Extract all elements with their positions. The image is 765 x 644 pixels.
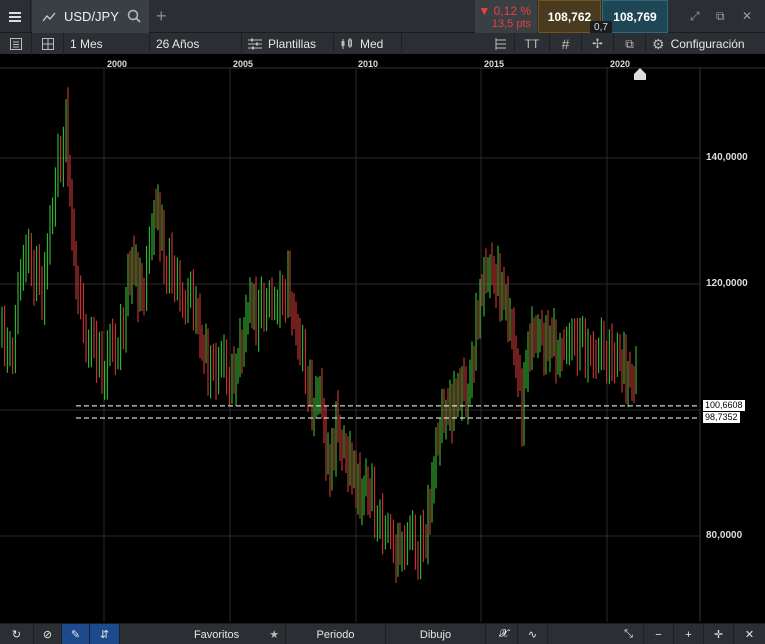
- magnet-icon: ⇵: [99, 629, 110, 641]
- text-size-icon: TT: [524, 37, 540, 51]
- bars-icon: [495, 38, 506, 50]
- menu-button[interactable]: [0, 0, 31, 33]
- minus-icon: −: [655, 628, 662, 641]
- x-tick-2015: 2015: [484, 59, 505, 69]
- copy-button[interactable]: ⧉: [614, 33, 646, 55]
- expand-icon[interactable]: ⤢: [690, 9, 700, 24]
- sliders-icon: [248, 38, 262, 50]
- list-icon: [9, 38, 22, 50]
- indicators-button[interactable]: [485, 33, 515, 55]
- zoom-in-button[interactable]: +: [674, 624, 704, 644]
- layout-button[interactable]: [32, 33, 64, 55]
- tab-symbol[interactable]: USD/JPY: [32, 0, 149, 33]
- popout-icon[interactable]: ⧉: [716, 9, 725, 24]
- x-tick-2000: 2000: [107, 59, 128, 69]
- x-tick-2005: 2005: [233, 59, 254, 69]
- close-small-icon: ✕: [744, 629, 755, 641]
- templates-button[interactable]: Plantillas: [242, 33, 334, 55]
- grid-toggle-button[interactable]: #: [550, 33, 582, 55]
- period-button[interactable]: Periodo: [286, 624, 386, 644]
- line-chart-icon: [42, 12, 56, 21]
- range-select[interactable]: 26 Años: [150, 33, 242, 55]
- fx-button[interactable]: 𝓧: [490, 624, 518, 644]
- add-tab-icon[interactable]: +: [156, 7, 167, 25]
- refresh-icon: ↻: [11, 629, 22, 641]
- zoom-out-button[interactable]: −: [644, 624, 674, 644]
- symbol-label: USD/JPY: [64, 9, 119, 24]
- change-percent: ▼ 0,12 %: [478, 4, 531, 18]
- candlestick-icon: [341, 38, 352, 49]
- hash-grid-icon: #: [561, 36, 570, 52]
- star-icon: ★: [269, 629, 280, 641]
- chart-toolbar: 1 Mes 26 Años Plantillas Med TT # ✢ ⧉ ⚙ …: [0, 33, 765, 55]
- zoom-fit-button[interactable]: ⤡: [614, 624, 644, 644]
- copy-icon: ⧉: [625, 36, 634, 51]
- settings-button[interactable]: ⚙ Configuración: [646, 33, 765, 55]
- wave-icon: ∿: [527, 629, 538, 641]
- pencil-icon: ✎: [70, 629, 81, 641]
- chart-type-label: Med: [360, 37, 384, 51]
- list-icon-button[interactable]: [0, 33, 32, 55]
- crosshair-small-icon: ✛: [713, 629, 724, 641]
- clear-button[interactable]: ⊘: [34, 624, 62, 644]
- crosshair-icon: ✢: [592, 36, 603, 51]
- interval-label: 1 Mes: [70, 37, 103, 51]
- favorites-label: Favoritos: [193, 628, 240, 641]
- y-tick-140: 140,0000: [706, 152, 748, 163]
- top-bar: USD/JPY + ▼ 0,12 % 13,5 pts 108,762 108,…: [0, 0, 765, 35]
- level-tag-upper: 100,6608: [703, 400, 745, 411]
- close-bottom-button[interactable]: ✕: [734, 624, 765, 644]
- function-icon: 𝓧: [499, 628, 508, 640]
- text-tool-button[interactable]: TT: [515, 33, 550, 55]
- search-icon[interactable]: [127, 9, 141, 26]
- grid-layout-icon: [41, 38, 54, 50]
- chart-type-button[interactable]: Med: [334, 33, 402, 55]
- interval-select[interactable]: 1 Mes: [64, 33, 150, 55]
- price-change: ▼ 0,12 % 13,5 pts: [475, 0, 537, 33]
- favorites-button[interactable]: Favoritos ★: [188, 624, 286, 644]
- pan-button[interactable]: ✛: [704, 624, 734, 644]
- prohibit-icon: ⊘: [42, 629, 53, 641]
- drawing-label: Dibujo: [419, 628, 452, 641]
- level-tag-lower: 98,7352: [703, 412, 740, 423]
- period-label: Periodo: [316, 628, 355, 641]
- y-tick-120: 120,0000: [706, 278, 748, 289]
- crosshair-button[interactable]: ✢: [582, 33, 614, 55]
- gear-icon: ⚙: [652, 35, 665, 52]
- templates-label: Plantillas: [268, 37, 317, 51]
- latest-marker-icon: [634, 68, 646, 80]
- refresh-button[interactable]: ↻: [0, 624, 34, 644]
- x-tick-2020: 2020: [610, 59, 631, 69]
- indicator-button[interactable]: ∿: [518, 624, 548, 644]
- x-tick-2010: 2010: [358, 59, 379, 69]
- fit-icon: ⤡: [624, 628, 633, 640]
- bottom-bar: ↻ ⊘ ✎ ⇵ Favoritos ★ Periodo Dibujo 𝓧 ∿ ⤡…: [0, 623, 765, 644]
- y-tick-80: 80,0000: [706, 530, 743, 541]
- draw-button[interactable]: ✎: [62, 624, 90, 644]
- change-points: 13,5 pts: [491, 18, 531, 30]
- drawing-button[interactable]: Dibujo: [386, 624, 486, 644]
- plus-icon: +: [685, 628, 692, 641]
- range-label: 26 Años: [156, 37, 200, 51]
- settings-label: Configuración: [670, 37, 745, 51]
- hamburger-icon: [9, 11, 21, 22]
- magnet-button[interactable]: ⇵: [90, 624, 120, 644]
- close-icon[interactable]: ✕: [742, 9, 752, 23]
- price-chart[interactable]: [0, 56, 765, 622]
